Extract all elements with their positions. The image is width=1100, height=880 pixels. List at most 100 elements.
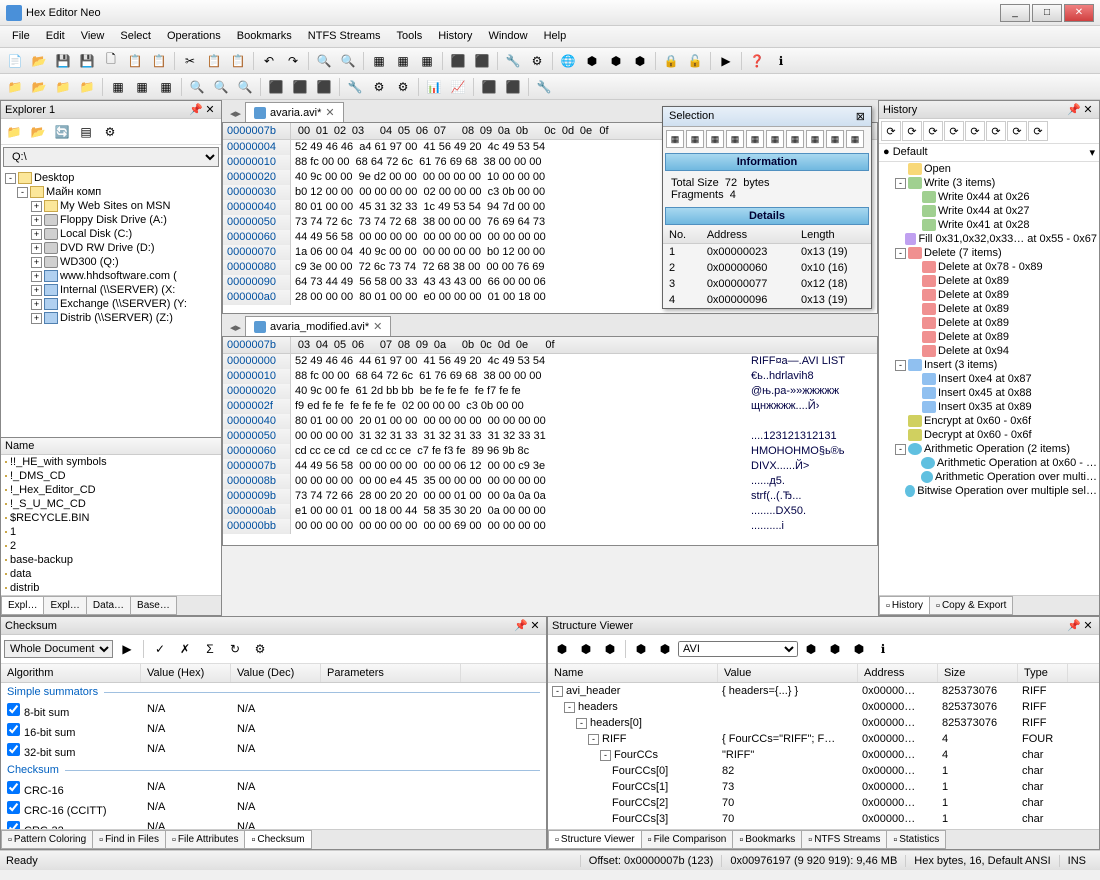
checksum-checkbox[interactable] <box>7 821 20 829</box>
toolbar-button[interactable]: ❓ <box>746 50 768 72</box>
sv-icon[interactable]: ⬢ <box>654 638 676 660</box>
close-icon[interactable]: ✕ <box>203 103 217 116</box>
hex-row[interactable]: 0000005000 00 00 00 31 32 31 33 31 32 31… <box>223 429 877 444</box>
tree-node[interactable]: +www.hhdsoftware.com ( <box>3 269 219 283</box>
selection-tool-icon[interactable]: ▦ <box>846 130 864 148</box>
cs-icon[interactable]: ✓ <box>149 638 171 660</box>
selection-dialog[interactable]: Selection⊠ ▦▦▦▦▦▦▦▦▦▦ Information Total … <box>662 106 872 309</box>
history-tool-icon[interactable]: ⟳ <box>986 121 1006 141</box>
list-item[interactable]: 2 <box>1 539 221 553</box>
menu-operations[interactable]: Operations <box>159 26 229 47</box>
explorer-tab[interactable]: Expl… <box>1 596 44 615</box>
selection-tool-icon[interactable]: ▦ <box>806 130 824 148</box>
checksum-row[interactable]: 8-bit sumN/AN/A <box>1 701 546 721</box>
file-tab-2[interactable]: avaria_modified.avi* ✕ <box>245 316 391 336</box>
toolbar-button[interactable]: ⬛ <box>313 76 335 98</box>
hex-row[interactable]: 0000009b73 74 72 66 28 00 20 20 00 00 01… <box>223 489 877 504</box>
checksum-tab[interactable]: ▫Find in Files <box>92 830 166 849</box>
selection-tool-icon[interactable]: ▦ <box>706 130 724 148</box>
cs-icon[interactable]: ⚙ <box>249 638 271 660</box>
tree-node[interactable]: +Internal (\\SERVER) (X: <box>3 283 219 297</box>
toolbar-button[interactable]: 📋 <box>227 50 249 72</box>
toolbar-button[interactable]: 📂 <box>28 76 50 98</box>
toolbar-button[interactable]: 📁 <box>76 76 98 98</box>
history-item[interactable]: Insert 0x45 at 0x88 <box>879 386 1099 400</box>
toolbar-button[interactable]: 📋 <box>148 50 170 72</box>
history-list[interactable]: Open-Write (3 items)Write 0x44 at 0x26Wr… <box>879 162 1099 595</box>
close-button[interactable]: ✕ <box>1064 4 1094 22</box>
hex-row[interactable]: 0000002ff9 ed fe fe fe fe fe fe 02 00 00… <box>223 399 877 414</box>
history-item[interactable]: Write 0x44 at 0x26 <box>879 190 1099 204</box>
explorer-tab[interactable]: Data… <box>86 596 131 615</box>
hex-row[interactable]: 0000002040 9c 00 fe 61 2d bb bb be fe fe… <box>223 384 877 399</box>
history-item[interactable]: -Write (3 items) <box>879 176 1099 190</box>
pin-icon[interactable]: 📌 <box>514 619 528 632</box>
toolbar-button[interactable]: 🔍 <box>337 50 359 72</box>
history-item[interactable]: Delete at 0x89 <box>879 330 1099 344</box>
checksum-row[interactable]: CRC-16N/AN/A <box>1 779 546 799</box>
tab-close-icon[interactable]: ✕ <box>325 106 334 119</box>
toolbar-button[interactable]: 🔍 <box>210 76 232 98</box>
struct-row[interactable]: -FourCCs"RIFF"0x00000…4char <box>548 747 1099 763</box>
tree-node[interactable]: +Local Disk (C:) <box>3 227 219 241</box>
toolbar-button[interactable]: 📁 <box>4 76 26 98</box>
menu-file[interactable]: File <box>4 26 38 47</box>
history-item[interactable]: Delete at 0x89 <box>879 302 1099 316</box>
toolbar-button[interactable]: 📋 <box>203 50 225 72</box>
checksum-checkbox[interactable] <box>7 743 20 756</box>
menu-window[interactable]: Window <box>480 26 535 47</box>
file-list[interactable]: !!_HE_with symbols!_DMS_CD!_Hex_Editor_C… <box>1 455 221 595</box>
toolbar-button[interactable]: ⬢ <box>629 50 651 72</box>
history-item[interactable]: Decrypt at 0x60 - 0x6f <box>879 428 1099 442</box>
toolbar-button[interactable]: ✂ <box>179 50 201 72</box>
toolbar-button[interactable]: ⬛ <box>289 76 311 98</box>
toggle-icon[interactable]: + <box>31 215 42 226</box>
toolbar-button[interactable]: 🗋 <box>100 50 122 72</box>
menu-history[interactable]: History <box>430 26 480 47</box>
menu-help[interactable]: Help <box>536 26 575 47</box>
maximize-button[interactable]: □ <box>1032 4 1062 22</box>
folder-tree[interactable]: -Desktop-Майн комп+My Web Sites on MSN+F… <box>1 169 221 437</box>
toolbar-button[interactable]: ⬛ <box>478 76 500 98</box>
toolbar-button[interactable]: ⚙ <box>526 50 548 72</box>
checksum-row[interactable]: CRC-32N/AN/A <box>1 819 546 829</box>
toggle-icon[interactable]: + <box>31 299 42 310</box>
selection-row[interactable]: 30x000000770x12 (18) <box>663 276 871 292</box>
checksum-row[interactable]: 16-bit sumN/AN/A <box>1 721 546 741</box>
cs-icon[interactable]: ✗ <box>174 638 196 660</box>
struct-row[interactable]: -headers[0]0x00000…825373076RIFF <box>548 715 1099 731</box>
sv-col[interactable]: Type <box>1018 664 1068 682</box>
sv-icon[interactable]: ⬢ <box>848 638 870 660</box>
list-item[interactable]: 1 <box>1 525 221 539</box>
toggle-icon[interactable]: + <box>31 271 42 282</box>
checksum-col[interactable]: Value (Dec) <box>231 664 321 682</box>
tree-node[interactable]: +My Web Sites on MSN <box>3 199 219 213</box>
toggle-icon[interactable]: - <box>576 718 587 729</box>
toolbar-button[interactable]: ⬛ <box>447 50 469 72</box>
struct-row[interactable]: FourCCs[1]730x00000…1char <box>548 779 1099 795</box>
struct-row[interactable]: FourCCs[0]820x00000…1char <box>548 763 1099 779</box>
toggle-icon[interactable]: - <box>17 187 28 198</box>
toggle-icon[interactable]: - <box>600 750 611 761</box>
toggle-icon[interactable]: + <box>31 243 42 254</box>
dialog-close-icon[interactable]: ⊠ <box>856 110 865 123</box>
toggle-icon[interactable]: + <box>31 229 42 240</box>
selection-row[interactable]: 10x000000230x13 (19) <box>663 244 871 261</box>
selection-tool-icon[interactable]: ▦ <box>726 130 744 148</box>
struct-row[interactable]: -RIFF{ FourCCs="RIFF"; F…0x00000…4FOUR <box>548 731 1099 747</box>
selection-tool-icon[interactable]: ▦ <box>666 130 684 148</box>
toolbar-button[interactable]: ↷ <box>282 50 304 72</box>
toolbar-button[interactable]: 📋 <box>124 50 146 72</box>
toolbar-button[interactable]: ▦ <box>131 76 153 98</box>
nav-icon[interactable]: 📂 <box>27 121 49 143</box>
toolbar-button[interactable]: 🔧 <box>533 76 555 98</box>
toolbar-button[interactable]: 🔍 <box>234 76 256 98</box>
toolbar-button[interactable]: 📄 <box>4 50 26 72</box>
history-item[interactable]: -Delete (7 items) <box>879 246 1099 260</box>
name-header[interactable]: Name <box>1 438 221 455</box>
toolbar-button[interactable]: 🔍 <box>186 76 208 98</box>
toggle-icon[interactable]: + <box>31 285 42 296</box>
history-item[interactable]: Fill 0x31,0x32,0x33… at 0x55 - 0x67 <box>879 232 1099 246</box>
tree-node[interactable]: +Floppy Disk Drive (A:) <box>3 213 219 227</box>
history-tab[interactable]: ▫History <box>879 596 930 615</box>
